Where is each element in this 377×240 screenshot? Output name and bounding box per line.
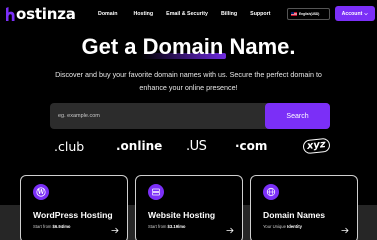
- card-subtitle: Start from $3.19/mo: [148, 224, 186, 229]
- nav-item-email-security[interactable]: Email & Security: [166, 11, 208, 17]
- hero-subtitle-line1: Discover and buy your favorite domain na…: [55, 70, 322, 79]
- nav-item-billing[interactable]: Billing: [221, 11, 237, 17]
- hero-subtitle: Discover and buy your favorite domain na…: [40, 68, 337, 94]
- main-nav: Domain Hosting Email & Security Billing …: [96, 11, 270, 17]
- domain-search-input[interactable]: [50, 103, 265, 129]
- arrow-right-icon[interactable]: [226, 227, 234, 234]
- domain-search-bar: Search: [50, 103, 330, 129]
- svg-text:W: W: [37, 189, 45, 196]
- site-header: ostinza Domain Hosting Email & Security …: [0, 0, 377, 30]
- tld-com[interactable]: ·com: [235, 139, 267, 153]
- brand-logo[interactable]: ostinza: [5, 5, 76, 23]
- globe-icon: [263, 184, 279, 200]
- arrow-right-icon[interactable]: [111, 227, 119, 234]
- logo-text: ostinza: [16, 5, 76, 23]
- search-button[interactable]: Search: [265, 103, 330, 129]
- card-domain-names[interactable]: Domain Names Your Unique Identity: [250, 175, 358, 240]
- hero-subtitle-line2: enhance your online presence!: [139, 83, 238, 92]
- server-icon: [148, 184, 164, 200]
- language-selector[interactable]: English(USD): [287, 8, 330, 20]
- card-title: Domain Names: [263, 210, 326, 220]
- language-label: English(USD): [299, 12, 320, 16]
- nav-item-domain[interactable]: Domain: [98, 11, 117, 17]
- tld-club[interactable]: .club: [54, 139, 84, 154]
- hero-title-after: Name.: [223, 34, 296, 59]
- hero-title-highlight: Domain: [140, 34, 227, 59]
- tld-xyz[interactable]: xyz: [302, 137, 331, 155]
- arrow-right-icon[interactable]: [341, 227, 349, 234]
- chevron-down-icon: [364, 12, 369, 15]
- tld-us[interactable]: .US: [186, 139, 207, 154]
- uk-flag-icon: [291, 12, 297, 16]
- h-logo-mark-icon: [6, 7, 15, 21]
- card-website-hosting[interactable]: Website Hosting Start from $3.19/mo: [135, 175, 243, 240]
- card-subtitle: Your Unique Identity: [263, 224, 302, 229]
- tld-online[interactable]: .online: [116, 139, 162, 153]
- account-button[interactable]: Account: [335, 6, 375, 21]
- nav-item-support[interactable]: Support: [250, 11, 270, 17]
- card-title: WordPress Hosting: [33, 210, 113, 220]
- card-subtitle: Start from $6.94/mo: [33, 224, 71, 229]
- wordpress-icon: W: [33, 184, 49, 200]
- hero-title-before: Get a: [81, 34, 143, 59]
- card-wordpress-hosting[interactable]: W WordPress Hosting Start from $6.94/mo: [20, 175, 128, 240]
- account-label: Account: [341, 10, 363, 17]
- nav-item-hosting[interactable]: Hosting: [133, 11, 153, 17]
- card-title: Website Hosting: [148, 210, 216, 220]
- hero-title: Get a Domain Name.: [0, 34, 377, 60]
